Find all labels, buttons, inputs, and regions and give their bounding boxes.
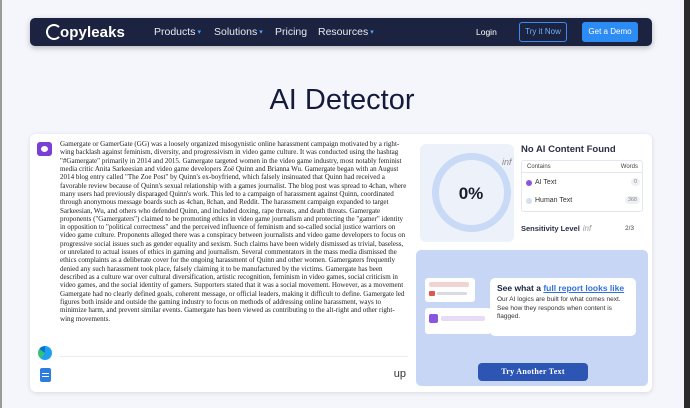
- edge-extension-icon[interactable]: [38, 346, 52, 360]
- editor-divider: [60, 356, 408, 357]
- eye-icon[interactable]: [37, 142, 52, 156]
- window-edge-left: [0, 0, 2, 408]
- col-contains: Contains: [527, 164, 551, 170]
- logo-text: opyleaks: [60, 24, 126, 41]
- get-a-demo-button[interactable]: Get a Demo: [582, 22, 638, 42]
- result-panel: 0% inf No AI Content Found Contains Word…: [416, 140, 648, 246]
- chevron-down-icon: ▾: [259, 29, 263, 36]
- full-report-link[interactable]: full report looks like: [543, 283, 624, 293]
- human-text-count: 368: [624, 196, 640, 204]
- preview-flag-icon: [429, 291, 435, 296]
- top-navbar: opyleaks Products ▾ Solutions ▾ Pricing Re…: [30, 18, 652, 46]
- sensitivity-label: Sensitivity Level inf: [521, 224, 591, 233]
- col-words: Words: [620, 164, 638, 170]
- nav-resources-label: Resources: [318, 26, 369, 38]
- score-inf-label: inf: [502, 157, 512, 167]
- score-box: 0% inf: [420, 144, 514, 242]
- table-row-human-text: Human Text 368: [522, 193, 644, 211]
- nav-solutions-label: Solutions: [214, 26, 258, 38]
- login-link[interactable]: Login: [476, 27, 497, 37]
- nav-products[interactable]: Products ▾: [154, 26, 201, 38]
- nav-solutions[interactable]: Solutions ▾: [214, 26, 263, 38]
- browser-viewport: opyleaks Products ▾ Solutions ▾ Pricing Re…: [0, 0, 690, 408]
- ai-text-count: 0: [630, 178, 640, 186]
- preview-bar: [429, 282, 469, 287]
- text-editor[interactable]: Gamergate or GamerGate (GG) was a loosel…: [60, 140, 408, 390]
- table-header: Contains Words: [522, 161, 642, 173]
- preview-ai-icon: [429, 314, 438, 323]
- chevron-down-icon: ▾: [197, 29, 201, 36]
- nav-resources[interactable]: Resources ▾: [318, 26, 374, 38]
- promo-heading: See what a full report looks like: [497, 283, 629, 293]
- chevron-down-icon: ▾: [370, 29, 374, 36]
- preview-line: [437, 292, 467, 295]
- human-text-dot: [526, 198, 532, 204]
- try-it-now-button[interactable]: Try it Now: [519, 22, 567, 42]
- upload-button[interactable]: up: [394, 368, 406, 380]
- report-promo: See what a full report looks like Our AI…: [416, 250, 648, 386]
- input-text[interactable]: Gamergate or GamerGate (GG) was a loosel…: [60, 140, 408, 338]
- promo-description: Our AI logics are built for what comes n…: [497, 296, 621, 320]
- nav-pricing-label: Pricing: [275, 26, 308, 38]
- try-another-text-button[interactable]: Try Another Text: [478, 363, 588, 381]
- result-heading: No AI Content Found: [521, 144, 616, 155]
- preview-line: [441, 316, 485, 321]
- sensitivity-inf: inf: [582, 224, 592, 233]
- report-preview-flagged: [425, 278, 475, 302]
- contains-table: Contains Words AI Text 0 Human Text 368: [521, 160, 643, 212]
- promo-prefix: See what a: [497, 283, 541, 293]
- sensitivity-value[interactable]: 2/3: [625, 225, 634, 232]
- ai-text-dot: [526, 180, 532, 186]
- ai-text-label: AI Text: [535, 179, 557, 186]
- window-edge-right: [684, 0, 690, 408]
- table-row-ai-text: AI Text 0: [522, 175, 644, 193]
- promo-card: See what a full report looks like Our AI…: [490, 278, 636, 336]
- sensitivity-text: Sensitivity Level: [521, 224, 580, 233]
- page-title: AI Detector: [269, 84, 415, 116]
- nav-pricing[interactable]: Pricing: [275, 26, 307, 38]
- report-preview-ai: [425, 308, 491, 334]
- score-percent: 0%: [458, 184, 484, 203]
- document-icon[interactable]: [40, 368, 51, 382]
- copyleaks-logo[interactable]: opyleaks: [46, 24, 125, 41]
- human-text-label: Human Text: [535, 197, 573, 204]
- nav-products-label: Products: [154, 26, 196, 38]
